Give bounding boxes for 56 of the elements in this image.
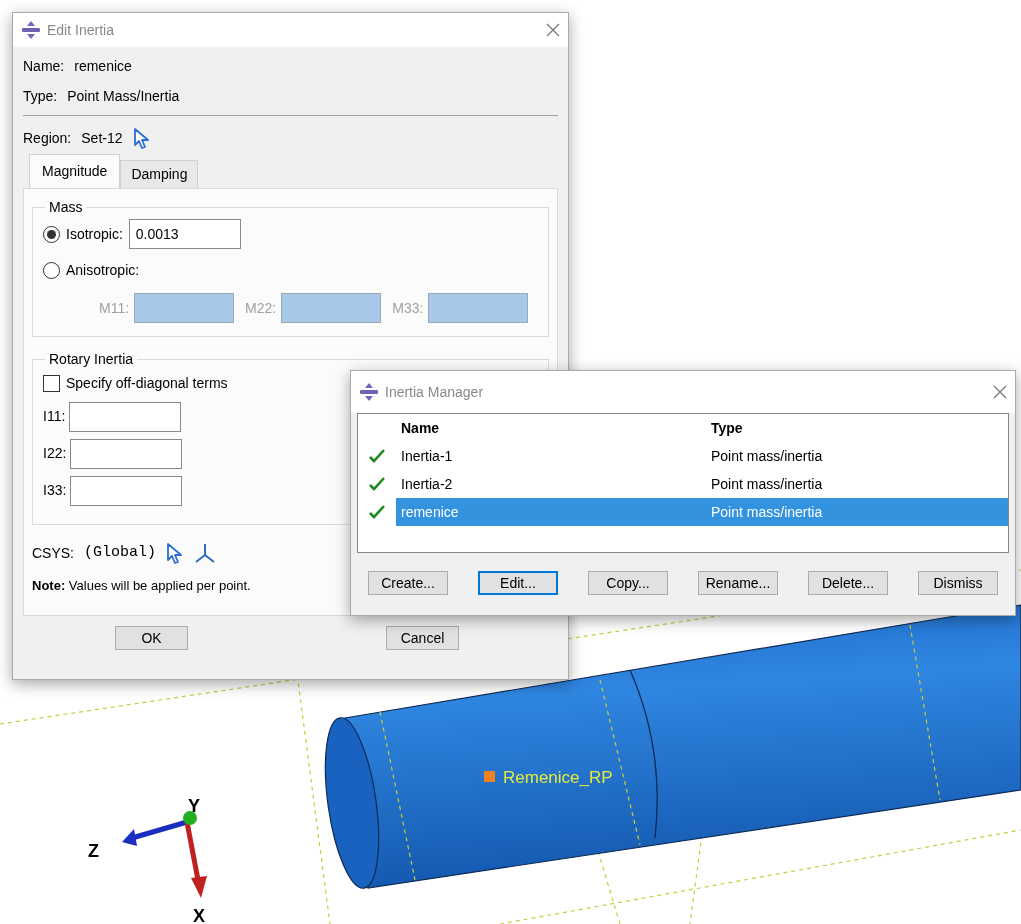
window-title: Inertia Manager <box>385 382 485 402</box>
app-icon <box>359 383 379 401</box>
field-value: remenice <box>74 56 132 76</box>
list-cell[interactable]: Inertia-1 <box>396 442 706 470</box>
axis-label: Z <box>88 841 99 861</box>
dialog-button[interactable]: Dismiss <box>918 571 998 595</box>
field-label: Type: <box>23 86 58 106</box>
field-label: I11: <box>43 407 66 426</box>
close-icon[interactable] <box>993 385 1007 399</box>
pointer-icon[interactable] <box>132 127 151 149</box>
checkbox-label: Specify off-diagonal terms <box>66 373 228 393</box>
tab[interactable]: Magnitude <box>29 154 121 188</box>
radio-button[interactable] <box>43 261 60 279</box>
field-label: M22: <box>245 298 277 318</box>
axis-label: Y <box>188 796 200 816</box>
dialog-button[interactable]: Edit... <box>478 571 558 595</box>
radio-label: Isotropic: <box>66 224 123 244</box>
field-label: M11: <box>99 298 130 318</box>
field-value: Point Mass/Inertia <box>67 86 180 106</box>
dialog-button[interactable]: OK <box>115 626 188 650</box>
checkbox[interactable] <box>43 374 60 392</box>
field-label: I33: <box>43 481 67 500</box>
dialog-button[interactable]: Copy... <box>588 571 668 595</box>
dialog-button[interactable]: Cancel <box>386 626 459 650</box>
note-text: Note: Values will be applied per point. <box>32 577 251 595</box>
window-title: Edit Inertia <box>47 20 115 40</box>
tab[interactable]: Damping <box>120 160 199 188</box>
field-label: M33: <box>392 298 424 318</box>
group-label: Rotary Inertia <box>45 350 138 368</box>
field-label: Region: <box>23 128 72 148</box>
field-value: Set-12 <box>81 128 123 148</box>
radio-button[interactable] <box>43 225 60 243</box>
column-header: Name <box>400 419 441 438</box>
dialog-button[interactable]: Rename... <box>698 571 778 595</box>
list-cell[interactable]: Point mass/inertia <box>706 470 1008 498</box>
input-field[interactable]: 0.0013 <box>128 219 241 249</box>
column-header: Type <box>710 419 744 438</box>
list-cell[interactable]: Point mass/inertia <box>706 442 1008 470</box>
close-icon[interactable] <box>546 23 560 37</box>
reference-point-label: Remenice_RP <box>503 768 613 787</box>
input-field[interactable] <box>70 475 183 506</box>
input-field[interactable] <box>69 401 182 432</box>
axis-label: X <box>193 906 205 924</box>
dialog-button[interactable]: Create... <box>368 571 448 595</box>
field-label: I22: <box>43 444 67 463</box>
field-label: Name: <box>23 56 65 76</box>
field-label: CSYS: <box>32 543 74 563</box>
app-icon <box>21 21 41 39</box>
field-value: (Global) <box>84 542 157 563</box>
dialog-button[interactable]: Delete... <box>808 571 888 595</box>
pointer-icon[interactable] <box>166 542 185 564</box>
reference-point-marker <box>484 771 495 782</box>
list-cell[interactable]: Inertia-2 <box>396 470 706 498</box>
radio-label: Anisotropic: <box>66 260 140 280</box>
input-field[interactable] <box>70 438 183 469</box>
axis-icon[interactable] <box>194 542 217 564</box>
